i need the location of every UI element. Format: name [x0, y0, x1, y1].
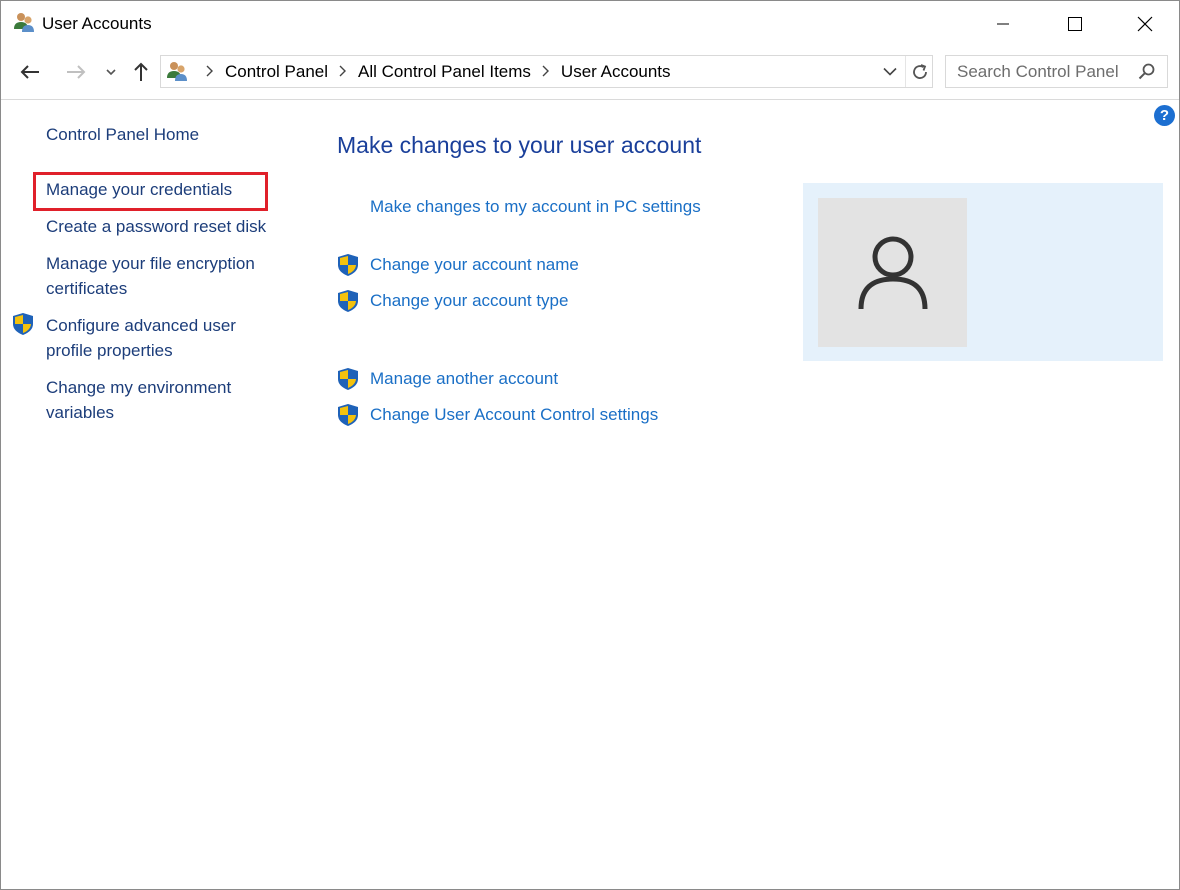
address-bar[interactable]: Control Panel All Control Panel Items Us…	[160, 55, 933, 88]
environment-variables-link[interactable]: Change my environment variables	[46, 375, 286, 425]
manage-another-account-link[interactable]: Manage another account	[370, 369, 558, 389]
file-encryption-certificates-link[interactable]: Manage your file encryption certificates	[46, 251, 286, 301]
search-box[interactable]	[945, 55, 1168, 88]
uac-shield-icon	[12, 312, 34, 336]
user-account-panel	[803, 183, 1163, 361]
user-accounts-window: User Accounts Control Panel All Control …	[0, 0, 1180, 890]
maximize-button[interactable]	[1039, 1, 1111, 47]
breadcrumb-all-items[interactable]: All Control Panel Items	[358, 62, 531, 82]
breadcrumb: Control Panel All Control Panel Items Us…	[195, 56, 671, 87]
manage-credentials-link[interactable]: Manage your credentials	[46, 177, 286, 202]
minimize-button[interactable]	[967, 1, 1039, 47]
uac-shield-icon	[337, 289, 359, 313]
person-icon	[858, 236, 927, 309]
uac-shield-icon	[337, 403, 359, 427]
change-account-name-link[interactable]: Change your account name	[370, 255, 579, 275]
help-button[interactable]: ?	[1154, 105, 1175, 126]
close-button[interactable]	[1109, 1, 1179, 47]
pc-settings-link[interactable]: Make changes to my account in PC setting…	[370, 197, 701, 217]
breadcrumb-user-accounts[interactable]: User Accounts	[561, 62, 671, 82]
search-input[interactable]	[947, 57, 1132, 86]
page-title: Make changes to your user account	[337, 132, 702, 158]
refresh-icon	[912, 63, 927, 79]
chevron-right-icon[interactable]	[199, 62, 221, 82]
maximize-icon	[1068, 17, 1082, 31]
left-navigation-pane: Control Panel Home Manage your credentia…	[1, 100, 301, 889]
users-icon	[165, 60, 189, 84]
users-icon	[12, 11, 36, 35]
refresh-button[interactable]	[905, 56, 933, 87]
up-button[interactable]	[127, 57, 155, 87]
uac-shield-icon	[337, 253, 359, 277]
change-account-type-link[interactable]: Change your account type	[370, 291, 568, 311]
navigation-bar: Control Panel All Control Panel Items Us…	[1, 47, 1179, 99]
recent-locations-button[interactable]	[101, 57, 121, 87]
arrow-right-icon	[67, 65, 86, 79]
close-icon	[1137, 16, 1153, 32]
window-title: User Accounts	[42, 14, 152, 33]
address-history-button[interactable]	[877, 56, 903, 87]
chevron-down-icon	[106, 69, 116, 76]
advanced-user-profile-link[interactable]: Configure advanced user profile properti…	[46, 313, 286, 363]
chevron-right-icon[interactable]	[535, 62, 557, 82]
search-icon[interactable]	[1137, 62, 1157, 82]
arrow-left-icon	[20, 65, 39, 79]
forward-button[interactable]	[61, 57, 91, 87]
uac-shield-icon	[337, 367, 359, 391]
arrow-up-icon	[134, 62, 148, 81]
minimize-icon	[997, 23, 1009, 25]
avatar	[818, 198, 967, 347]
breadcrumb-control-panel[interactable]: Control Panel	[225, 62, 328, 82]
chevron-right-icon[interactable]	[332, 62, 354, 82]
uac-settings-link[interactable]: Change User Account Control settings	[370, 405, 658, 425]
title-bar: User Accounts	[1, 1, 1179, 47]
chevron-down-icon	[883, 67, 897, 76]
control-panel-home-link[interactable]: Control Panel Home	[46, 122, 286, 147]
back-button[interactable]	[15, 57, 45, 87]
password-reset-disk-link[interactable]: Create a password reset disk	[46, 214, 286, 239]
